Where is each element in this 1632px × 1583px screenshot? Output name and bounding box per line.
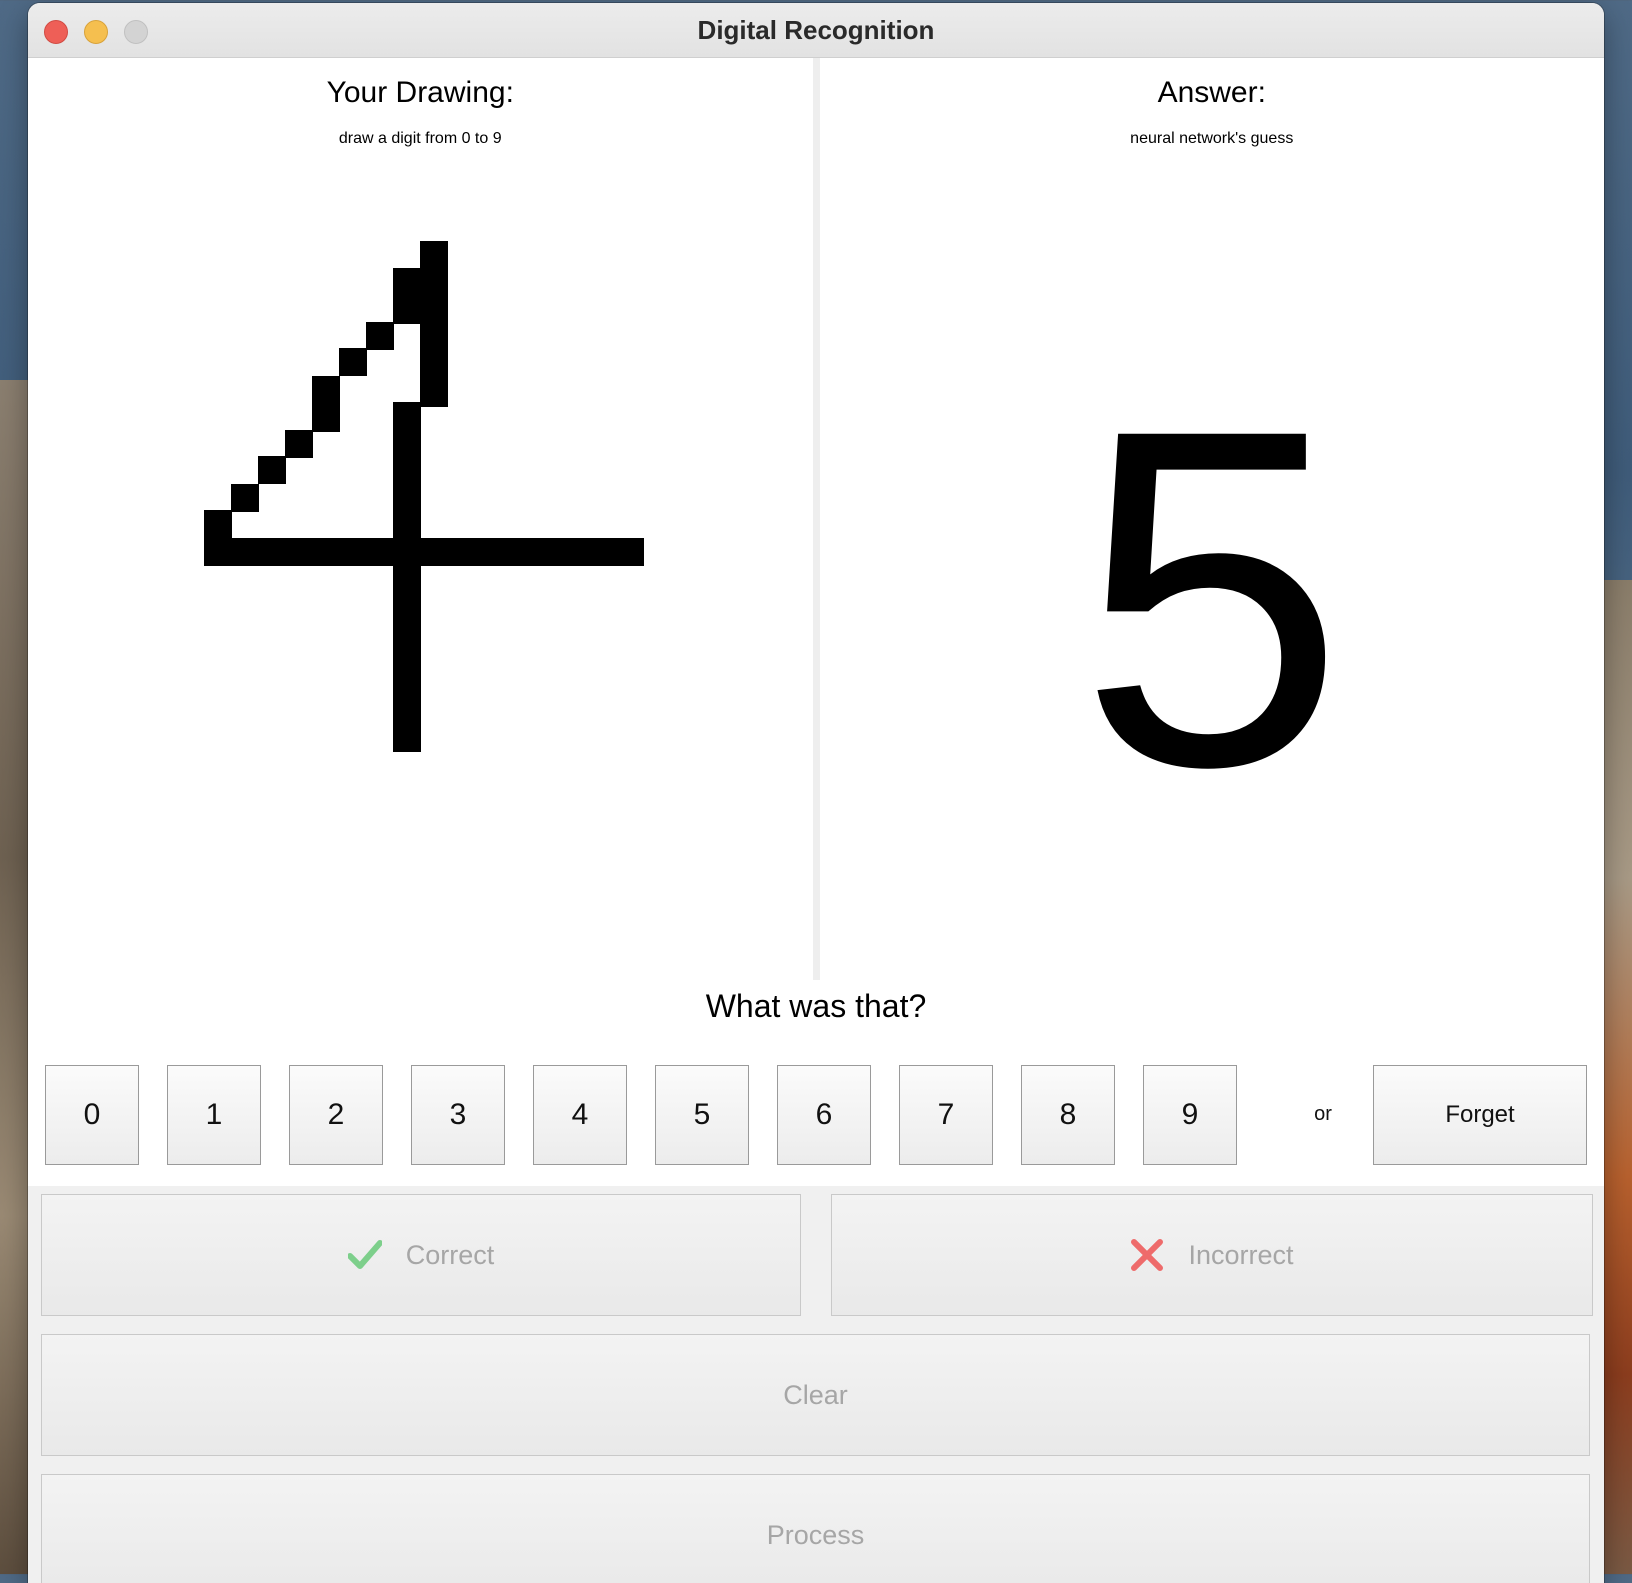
correct-label: Correct bbox=[405, 1239, 495, 1270]
action-area: Correct Incorrect Clear Process bbox=[28, 1186, 1604, 1583]
digit-button-1[interactable]: 1 bbox=[167, 1065, 261, 1165]
cross-icon bbox=[1131, 1239, 1164, 1271]
incorrect-button[interactable]: Incorrect bbox=[831, 1194, 1593, 1316]
digit-button-0[interactable]: 0 bbox=[45, 1065, 139, 1165]
panel-divider bbox=[812, 58, 820, 980]
window-title: Digital Recognition bbox=[697, 15, 935, 45]
feedback-question: What was that? bbox=[705, 988, 927, 1024]
digit-button-9[interactable]: 9 bbox=[1143, 1065, 1237, 1165]
forget-button[interactable]: Forget bbox=[1373, 1065, 1587, 1165]
panels: Your Drawing: draw a digit from 0 to 9 A… bbox=[28, 58, 1604, 980]
or-label: or bbox=[1314, 1103, 1332, 1125]
process-button[interactable]: Process bbox=[41, 1474, 1590, 1583]
digit-button-2[interactable]: 2 bbox=[289, 1065, 383, 1165]
digit-button-5[interactable]: 5 bbox=[655, 1065, 749, 1165]
title-bar: Digital Recognition bbox=[28, 3, 1604, 58]
correct-button[interactable]: Correct bbox=[41, 1194, 801, 1316]
clear-button[interactable]: Clear bbox=[41, 1334, 1590, 1456]
answer-heading: Answer: bbox=[1157, 76, 1266, 109]
digit-button-8[interactable]: 8 bbox=[1021, 1065, 1115, 1165]
desktop-background-left bbox=[0, 380, 30, 1574]
answer-panel: Answer: neural network's guess 5 bbox=[820, 58, 1605, 980]
answer-subtitle: neural network's guess bbox=[1130, 130, 1294, 147]
predicted-digit: 5 bbox=[1078, 329, 1346, 866]
digit-button-7[interactable]: 7 bbox=[899, 1065, 993, 1165]
process-label: Process bbox=[766, 1519, 865, 1550]
digit-button-6[interactable]: 6 bbox=[777, 1065, 871, 1165]
digit-button-4[interactable]: 4 bbox=[533, 1065, 627, 1165]
app-window: Digital Recognition Your Drawing: draw a… bbox=[28, 3, 1604, 1583]
digit-button-3[interactable]: 3 bbox=[411, 1065, 505, 1165]
checkmark-icon bbox=[347, 1240, 382, 1269]
desktop-background-right bbox=[1602, 580, 1632, 1574]
drawing-canvas[interactable] bbox=[28, 58, 806, 980]
incorrect-label: Incorrect bbox=[1188, 1239, 1294, 1270]
clear-label: Clear bbox=[783, 1379, 848, 1410]
drawing-panel: Your Drawing: draw a digit from 0 to 9 bbox=[28, 58, 813, 980]
